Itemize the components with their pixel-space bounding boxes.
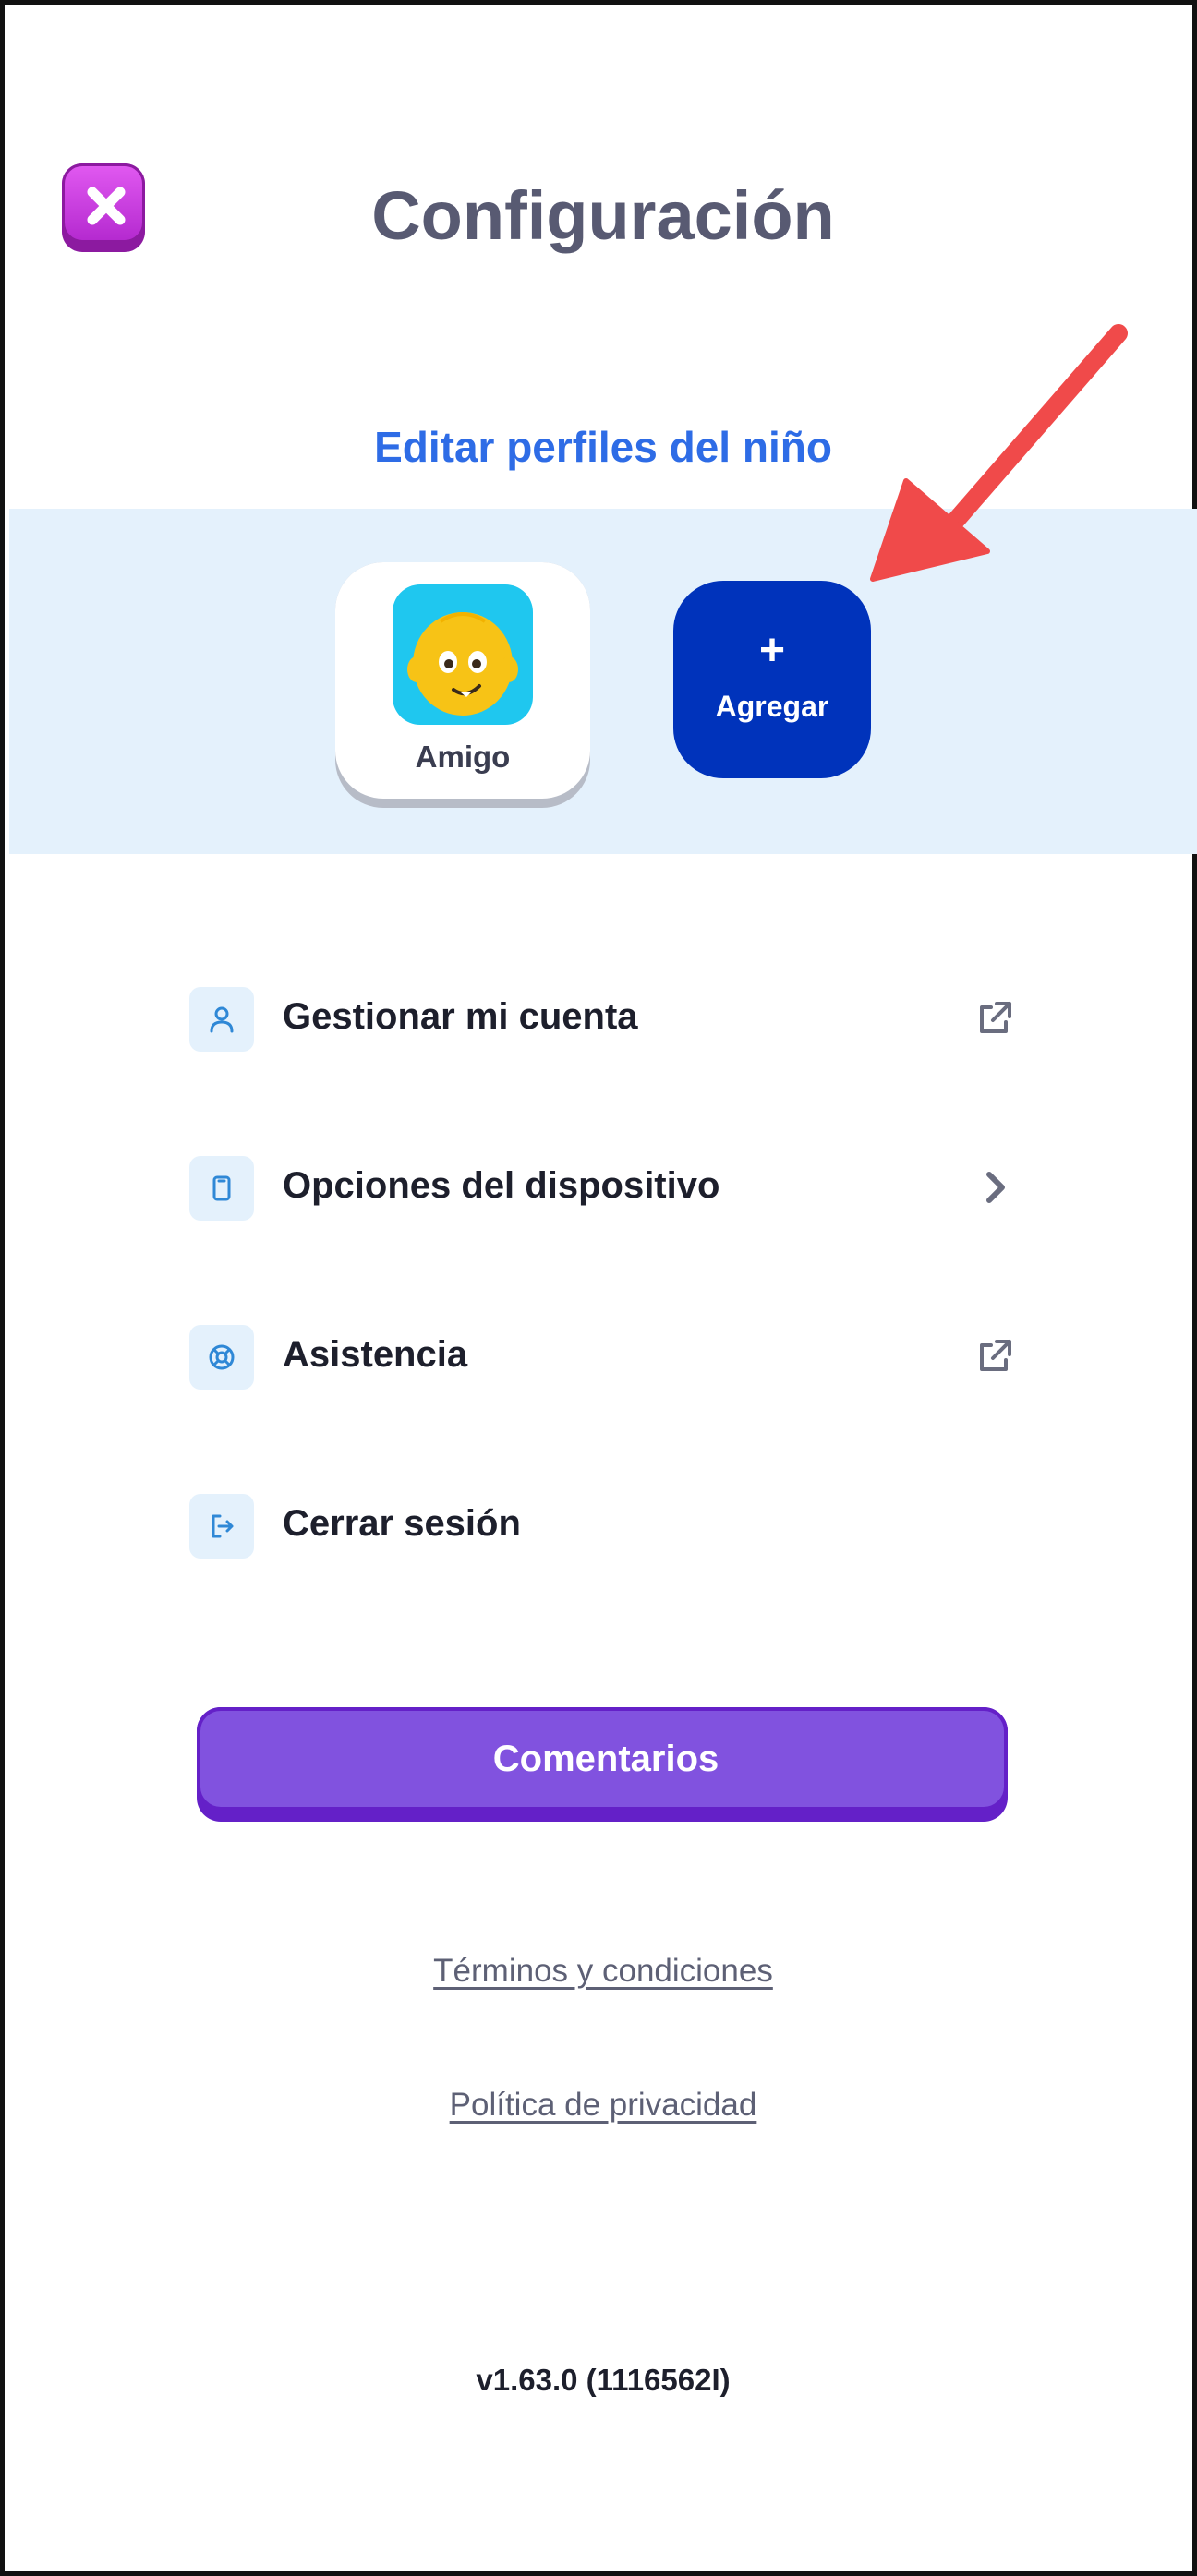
chevron-right-icon (986, 1172, 1005, 1203)
device-icon (189, 1156, 254, 1221)
menu-item-support[interactable]: Asistencia (186, 1319, 1017, 1402)
terms-link[interactable]: Términos y condiciones (433, 1953, 773, 1989)
menu-label: Gestionar mi cuenta (283, 996, 638, 1037)
logout-icon (189, 1494, 254, 1559)
app-screen: Configuración Editar perfiles del niño A… (0, 0, 1197, 2576)
menu-item-logout[interactable]: Cerrar sesión (186, 1488, 1017, 1571)
menu-label: Asistencia (283, 1334, 468, 1375)
feedback-label: Comentarios (492, 1739, 719, 1779)
privacy-link[interactable]: Política de privacidad (450, 2087, 757, 2123)
user-icon (189, 987, 254, 1052)
feedback-button[interactable]: Comentarios (197, 1707, 1008, 1822)
terms-link-row: Términos y condiciones (5, 1953, 1197, 1990)
plus-icon: + (758, 626, 786, 675)
profile-name: Amigo (415, 740, 511, 774)
menu-label: Cerrar sesión (283, 1503, 521, 1544)
external-link-icon (980, 1002, 1011, 1033)
menu-item-device-options[interactable]: Opciones del dispositivo (186, 1150, 1017, 1234)
menu-item-manage-account[interactable]: Gestionar mi cuenta (186, 981, 1017, 1065)
external-link-icon (980, 1340, 1011, 1371)
annotation-arrow-icon (870, 324, 1128, 582)
privacy-link-row: Política de privacidad (5, 2087, 1197, 2124)
add-profile-label: Agregar (715, 690, 829, 723)
child-avatar-icon (393, 584, 533, 725)
add-profile-button[interactable]: + Agregar (673, 581, 871, 778)
app-version: v1.63.0 (1116562I) (476, 2363, 731, 2397)
profile-card-amigo[interactable]: Amigo (335, 562, 590, 808)
menu-label: Opciones del dispositivo (283, 1165, 720, 1206)
lifebuoy-icon (189, 1325, 254, 1390)
page-title: Configuración (371, 177, 835, 254)
